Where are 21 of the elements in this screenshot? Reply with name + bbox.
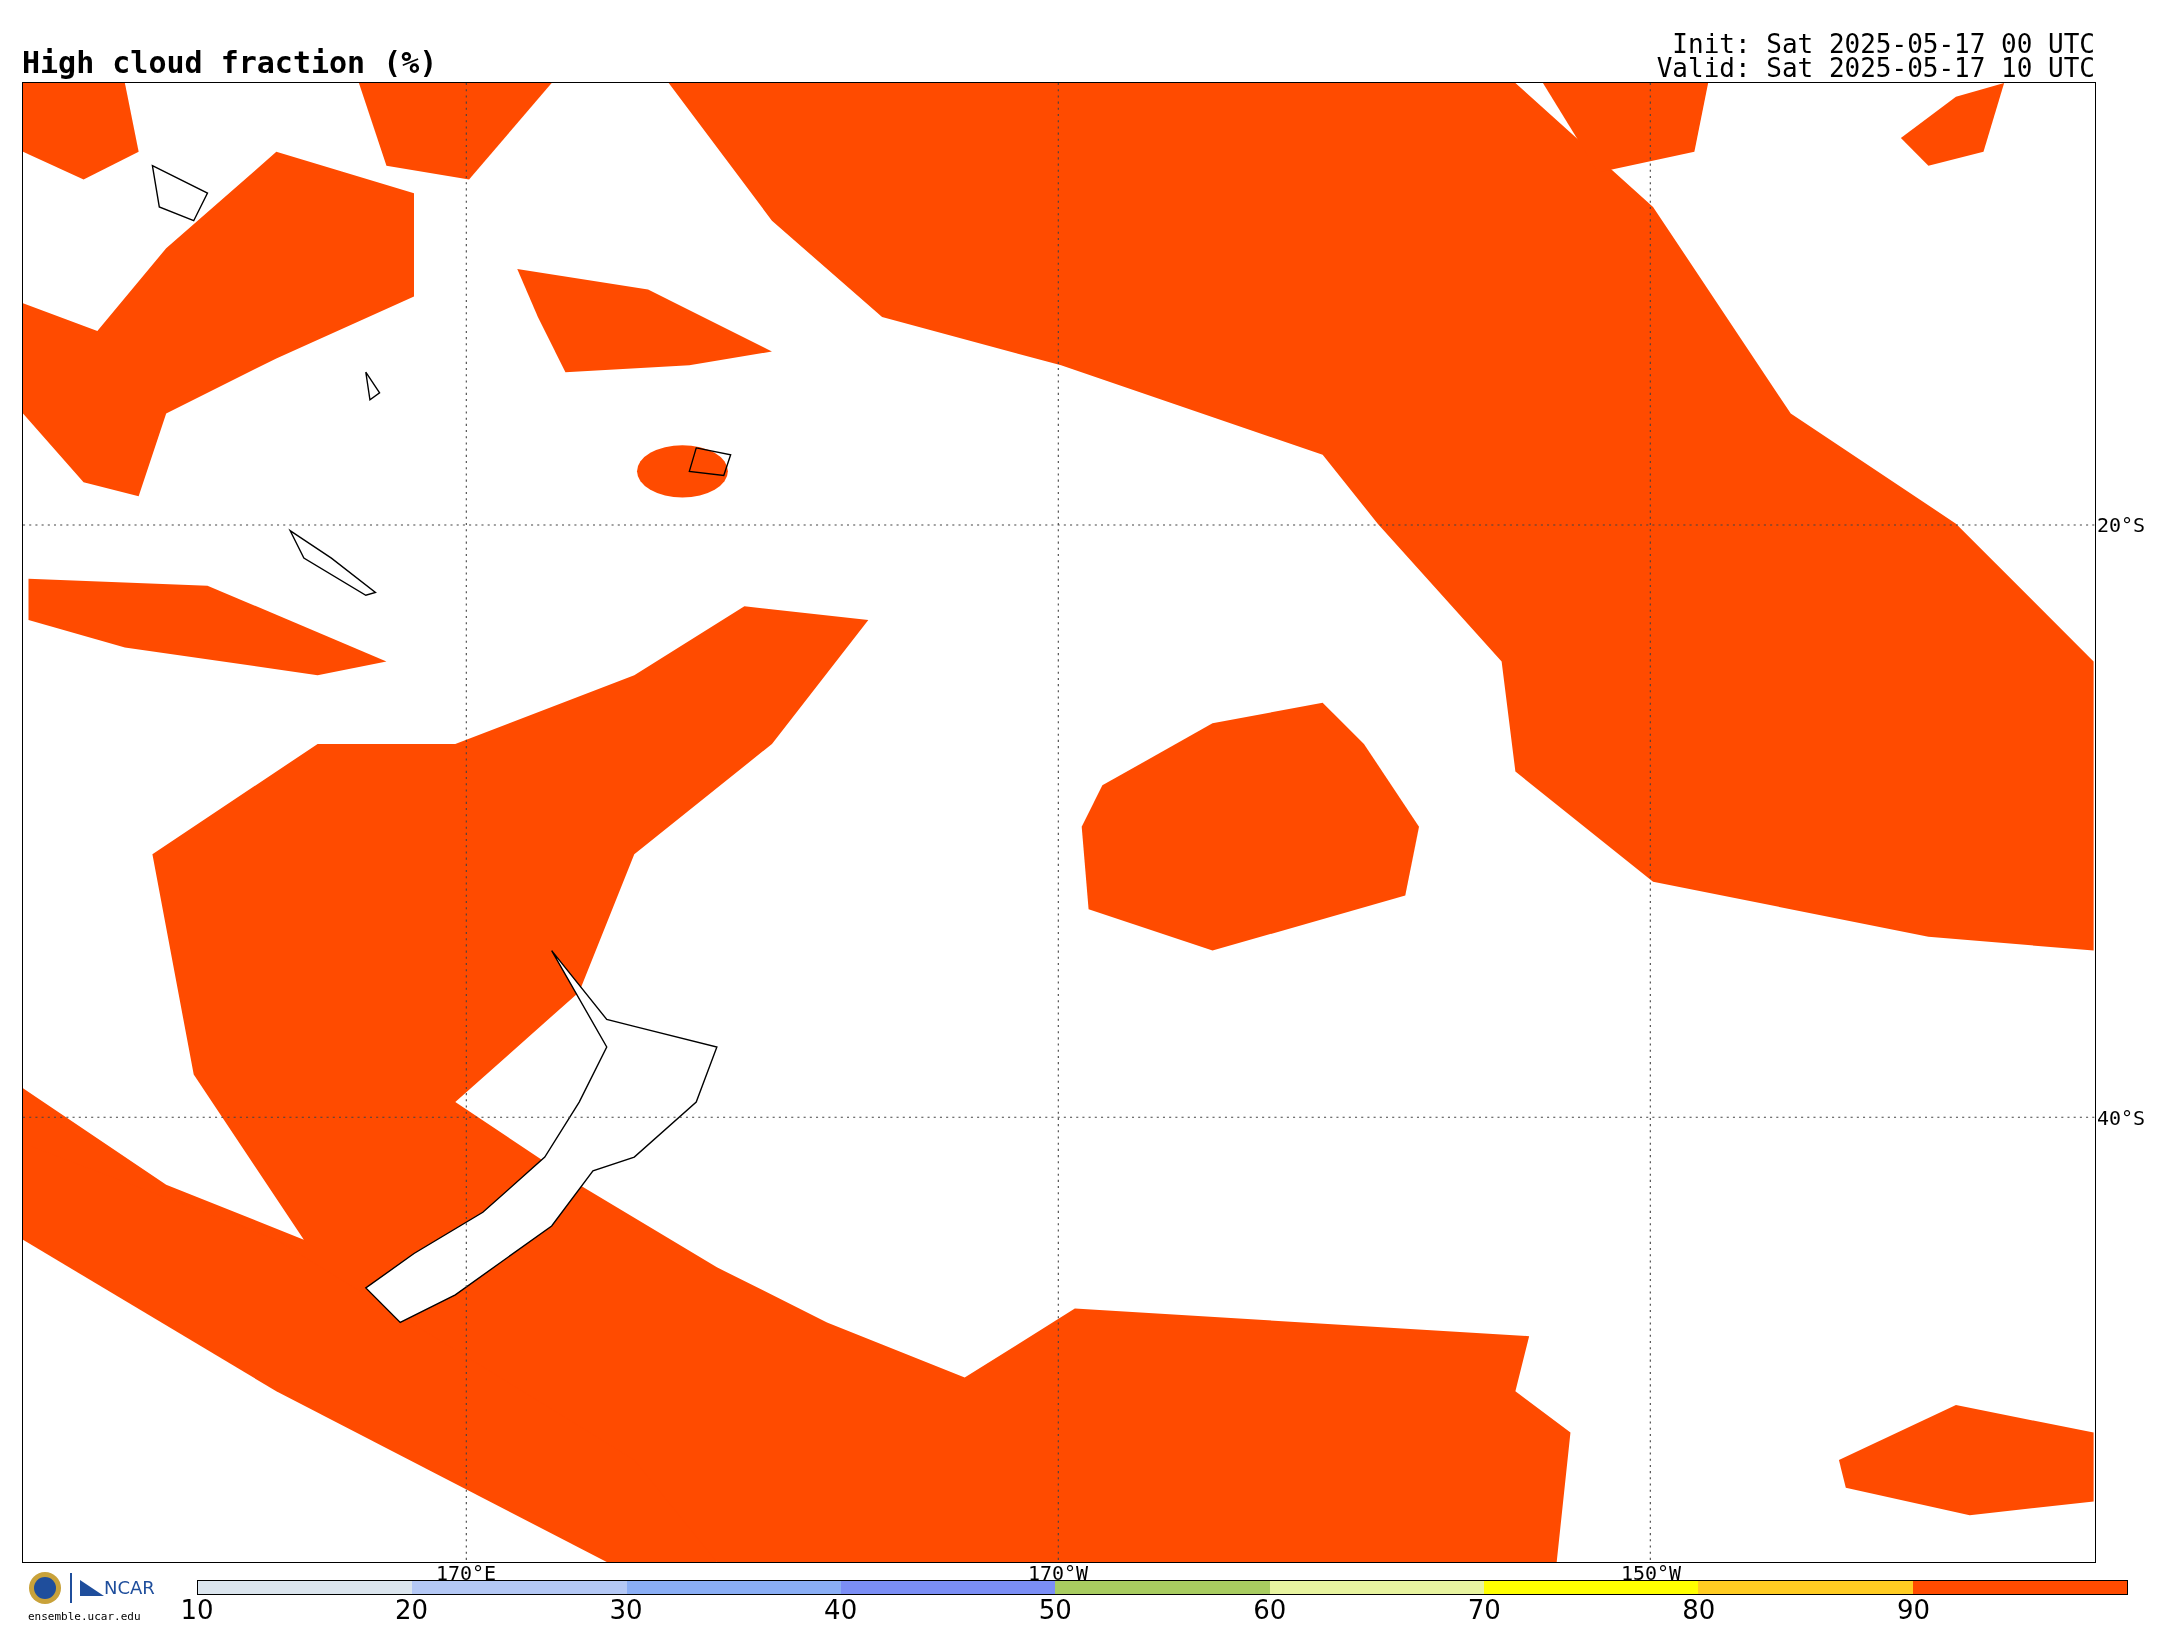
scale-tick-label: 70: [1467, 1597, 1501, 1623]
website-url: ensemble.ucar.edu: [28, 1611, 142, 1622]
valid-time: Valid: Sat 2025-05-17 10 UTC: [1656, 56, 2095, 80]
scale-tick-label: 40: [824, 1597, 858, 1623]
ncar-logo: NCAR: [80, 1578, 155, 1598]
scale-tick-label: 20: [395, 1597, 429, 1623]
longitude-label: 170°W: [1027, 1563, 1089, 1583]
longitude-label: 170°E: [435, 1563, 497, 1583]
scale-tick-label: 90: [1896, 1597, 1930, 1623]
ncar-mark-icon: [80, 1578, 104, 1598]
scale-tick-label: 30: [609, 1597, 643, 1623]
chart-title: High cloud fraction (%): [22, 48, 438, 82]
longitude-label: 150°W: [1620, 1563, 1682, 1583]
scale-tick-label: 10: [180, 1597, 214, 1623]
scale-tick-label: 60: [1253, 1597, 1287, 1623]
scale-tick-label: 80: [1682, 1597, 1716, 1623]
latitude-label: 40°S: [2097, 1108, 2146, 1128]
scale-tick-label: 50: [1038, 1597, 1072, 1623]
latitude-label: 20°S: [2097, 515, 2146, 535]
seal-icon: [28, 1571, 62, 1605]
init-time: Init: Sat 2025-05-17 00 UTC: [1672, 32, 2095, 56]
